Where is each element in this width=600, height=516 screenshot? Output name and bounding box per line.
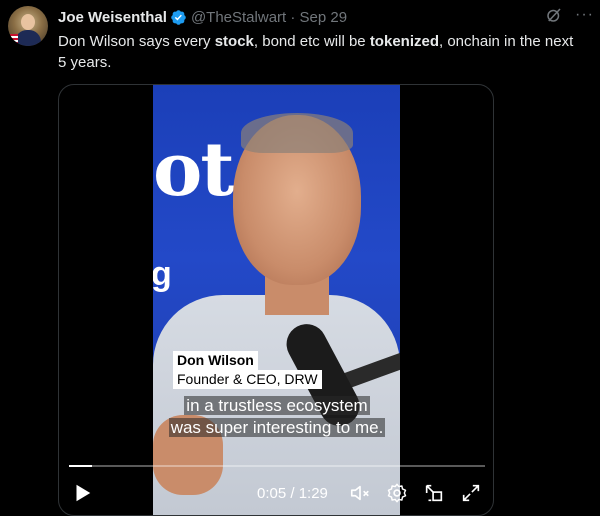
tweet-text-part: , bond etc will be [253, 33, 370, 50]
caption-text: in a trustless ecosystem [184, 396, 370, 415]
background-logo-text: ot [153, 127, 235, 213]
avatar-flag [10, 34, 18, 44]
tweet-header: Joe Weisenthal @TheStalwart · Sep 29 [58, 7, 590, 27]
play-icon[interactable] [71, 482, 93, 504]
speaker-title: Founder & CEO, DRW [173, 370, 322, 389]
verified-badge-icon [171, 9, 186, 25]
video-controls: 0:05 / 1:29 [59, 480, 493, 510]
speaker-hair [241, 113, 353, 153]
lower-third: Don Wilson Founder & CEO, DRW [173, 351, 322, 389]
avatar-body [15, 30, 41, 46]
avatar-face [21, 14, 35, 30]
video-frame[interactable]: ot g [153, 85, 400, 515]
time-display: 0:05 / 1:29 [257, 485, 328, 502]
author-handle-date[interactable]: @TheStalwart · Sep 29 [191, 9, 347, 26]
settings-icon[interactable] [386, 482, 408, 504]
author-avatar[interactable] [8, 6, 48, 46]
tweet-text-bold: tokenized [369, 33, 439, 50]
header-actions: ··· [545, 6, 594, 24]
caption-line: in a trustless ecosystem [59, 395, 493, 417]
progress-fill [69, 465, 93, 467]
tweet-text: Don Wilson says every stock, bond etc wi… [58, 31, 583, 73]
speaker-name: Don Wilson [173, 351, 258, 370]
pop-out-icon[interactable] [423, 482, 445, 504]
progress-bar[interactable] [69, 465, 485, 467]
caption-text: was super interesting to me. [168, 418, 386, 437]
tweet-text-bold: stock [214, 33, 254, 50]
mute-icon[interactable] [349, 482, 371, 504]
grok-icon[interactable] [545, 6, 563, 24]
tweet-text-part: Don Wilson says every [58, 33, 215, 50]
more-options-icon[interactable]: ··· [575, 7, 594, 23]
caption-line: was super interesting to me. [59, 417, 493, 439]
fullscreen-icon[interactable] [460, 482, 482, 504]
video-player[interactable]: ot g Don Wilson Founder & CEO, DRW in a … [58, 84, 494, 516]
background-logo-letter: g [153, 255, 172, 293]
author-name[interactable]: Joe Weisenthal [58, 9, 167, 26]
